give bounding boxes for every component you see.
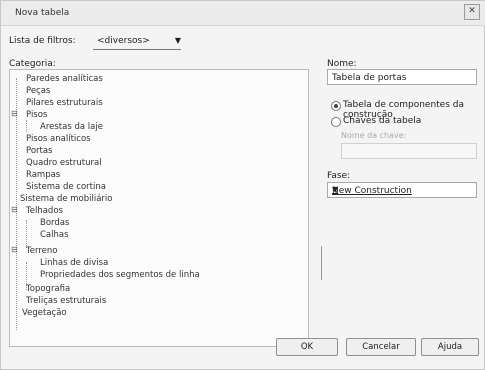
dialog-title: Nova tabela	[15, 8, 70, 18]
schedule-building-components-radio[interactable]: Tabela de componentes da construção	[331, 99, 481, 120]
category-label: Categoria:	[9, 59, 56, 69]
category-item[interactable]: Telhados	[26, 206, 63, 216]
category-item[interactable]: Pisos analíticos	[26, 134, 91, 144]
category-item[interactable]: Arestas da laje	[40, 122, 103, 132]
help-button[interactable]: Ajuda	[421, 338, 479, 356]
schedule-keys-radio[interactable]: Chaves da tabela	[331, 115, 481, 129]
radio-selected-icon	[331, 101, 341, 111]
category-item[interactable]: Portas	[26, 146, 53, 156]
category-item[interactable]: Sistema de mobiliário	[20, 194, 113, 204]
category-item[interactable]: Treliças estruturais	[26, 296, 106, 306]
close-icon[interactable]: ✕	[464, 4, 480, 20]
key-name-label: Nome da chave:	[341, 131, 407, 140]
filter-row: Lista de filtros: <diversos> ▼	[9, 33, 479, 51]
category-item[interactable]: Vegetação	[22, 308, 67, 318]
new-schedule-dialog: Nova tabela ✕ Lista de filtros: <diverso…	[0, 0, 485, 370]
tree-connector	[26, 120, 27, 132]
title-bar: Nova tabela ✕	[1, 1, 485, 26]
cancel-button[interactable]: Cancelar	[346, 338, 416, 356]
phase-label: Fase:	[327, 171, 351, 181]
category-item[interactable]: Paredes analíticas	[26, 74, 103, 84]
category-tree[interactable]: Paredes analíticas Peças Pilares estrutu…	[9, 69, 309, 347]
chevron-down-icon: ▼	[174, 36, 181, 45]
category-item[interactable]: Peças	[26, 86, 50, 96]
category-item[interactable]: Rampas	[26, 170, 60, 180]
category-item[interactable]: Quadro estrutural	[26, 158, 102, 168]
category-item[interactable]: Pilares estruturais	[26, 98, 103, 108]
schedule-keys-label: Chaves da tabela	[343, 116, 422, 126]
category-item[interactable]: Calhas	[40, 230, 69, 240]
name-label: Nome:	[327, 59, 357, 69]
category-item[interactable]: Bordas	[40, 218, 69, 228]
category-item[interactable]: Sistema de cortina	[26, 182, 106, 192]
filter-list-select[interactable]: <diversos> ▼	[93, 33, 181, 50]
collapse-icon[interactable]: ⊟	[11, 205, 18, 214]
category-item[interactable]: Linhas de divisa	[40, 258, 108, 268]
schedule-properties-panel: Nome: Tabela de portas Tabela de compone…	[323, 59, 483, 349]
collapse-icon[interactable]: ⊟	[11, 109, 18, 118]
category-item[interactable]: Propriedades dos segmentos de linha	[40, 270, 200, 280]
collapse-icon[interactable]: ⊟	[11, 245, 18, 254]
name-field[interactable]: Tabela de portas	[327, 69, 477, 85]
tree-connector	[26, 220, 27, 248]
category-item[interactable]: Pisos	[26, 110, 47, 120]
phase-select[interactable]: New Construction ▼	[327, 182, 477, 198]
filter-list-value: <diversos>	[97, 36, 150, 46]
category-item[interactable]: Topografia	[26, 284, 70, 294]
filter-list-label: Lista de filtros:	[9, 36, 76, 46]
key-name-field	[341, 143, 477, 159]
category-item[interactable]: Terreno	[26, 246, 57, 256]
radio-unselected-icon	[331, 117, 341, 127]
chevron-down-icon: ▼	[332, 185, 339, 194]
name-value: Tabela de portas	[332, 73, 407, 83]
ok-button[interactable]: OK	[276, 338, 338, 356]
